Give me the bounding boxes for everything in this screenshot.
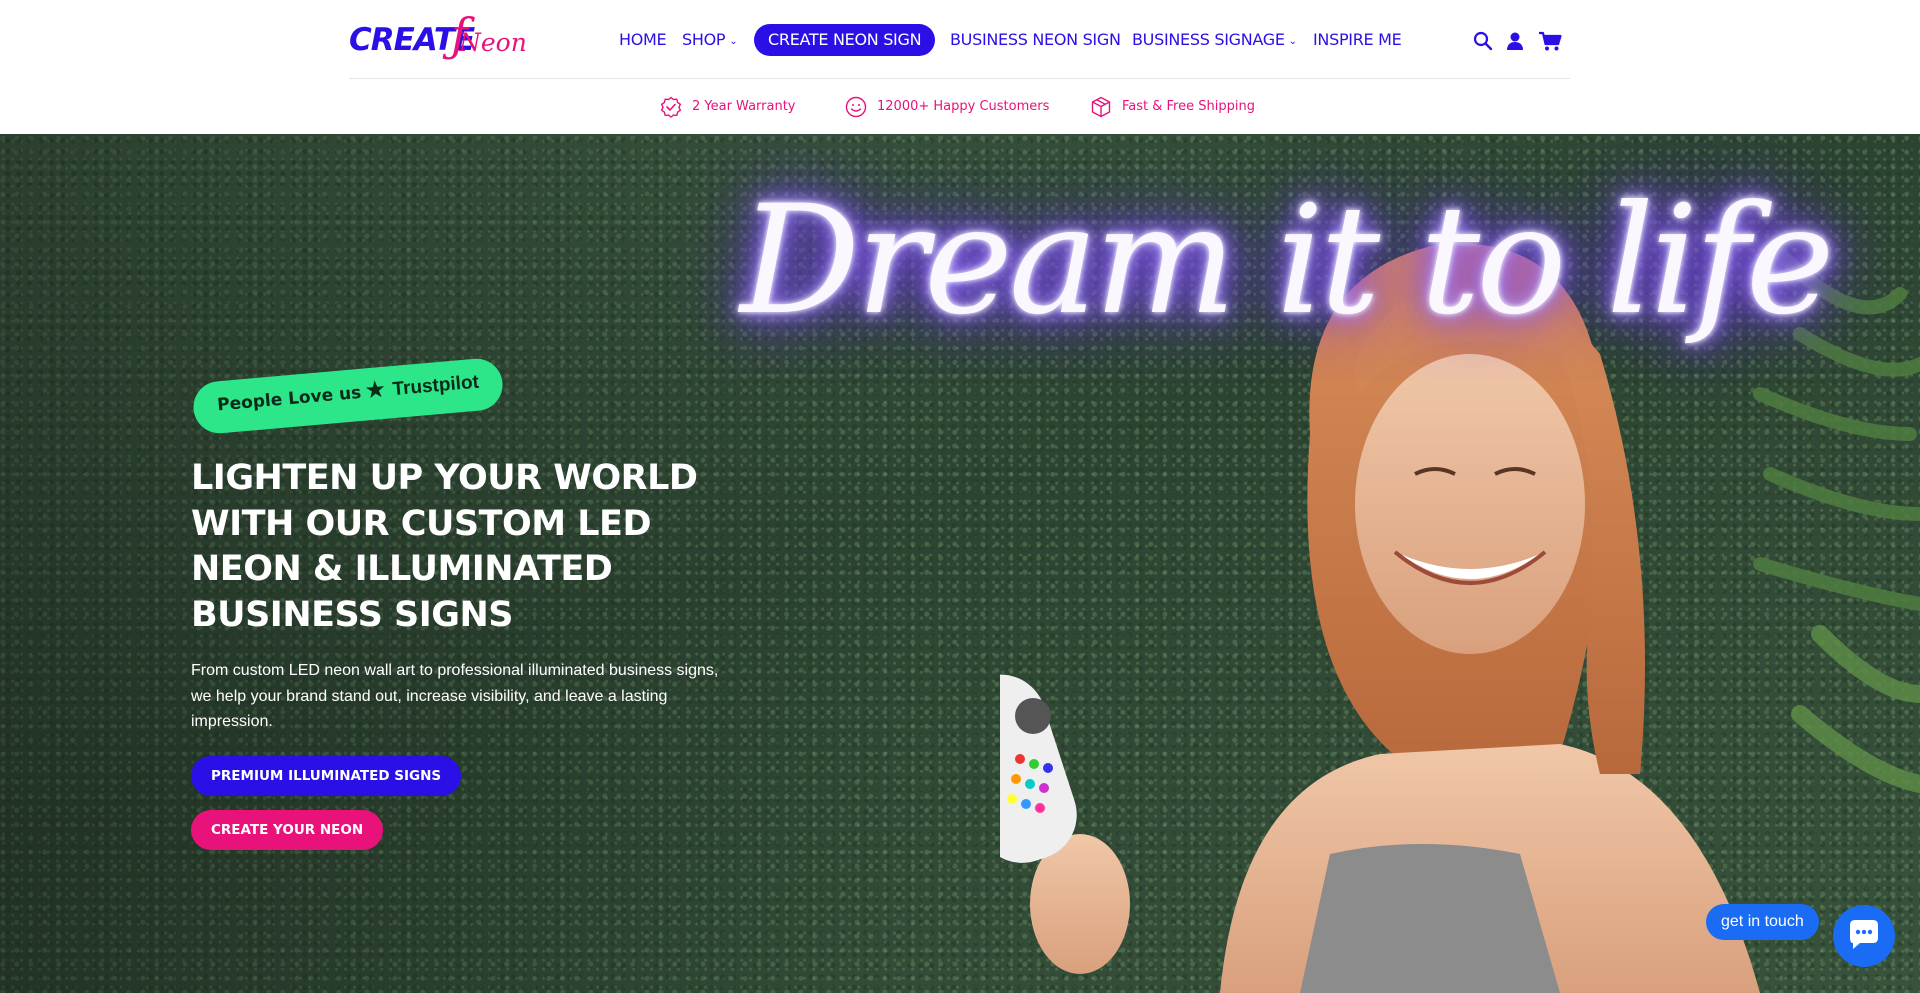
chevron-down-icon: ⌄	[1288, 36, 1297, 47]
nav-business-signage[interactable]: BUSINESS SIGNAGE ⌄	[1132, 24, 1297, 56]
header-divider	[349, 78, 1570, 79]
nav-business-neon-sign[interactable]: BUSINESS NEON SIGN	[950, 24, 1121, 56]
neon-sign-text: Dream it to life	[740, 174, 1835, 348]
cart-icon[interactable]	[1538, 30, 1562, 52]
site-header: CREATE ƒ Neon HOME SHOP ⌄ CREATE NEON SIG…	[0, 0, 1920, 134]
search-icon[interactable]	[1472, 30, 1494, 52]
premium-illuminated-signs-button[interactable]: PREMIUM ILLUMINATED SIGNS	[191, 756, 462, 796]
nav-create-neon-sign[interactable]: CREATE NEON SIGN	[754, 24, 936, 56]
usp-label: Fast & Free Shipping	[1122, 99, 1255, 114]
usp-customers: 12000+ Happy Customers	[845, 96, 1055, 118]
trust-badge-text: People Love us	[216, 382, 363, 416]
nav-home-label: HOME	[619, 30, 667, 49]
usp-shipping: Fast & Free Shipping	[1090, 96, 1270, 118]
hero-banner: Dream it to life People Love us ★ Trustp…	[0, 134, 1920, 993]
trust-badge-brand: Trustpilot	[391, 371, 480, 401]
nav-home[interactable]: HOME	[619, 24, 667, 56]
warranty-badge-icon	[660, 96, 682, 118]
chat-launcher-button[interactable]	[1833, 905, 1895, 967]
account-icon[interactable]	[1504, 30, 1526, 52]
box-icon	[1091, 96, 1111, 118]
nav-business-signage-label: BUSINESS SIGNAGE	[1132, 30, 1285, 49]
hero-description: From custom LED neon wall art to profess…	[191, 662, 719, 730]
nav-inspire-me[interactable]: INSPIRE ME	[1313, 24, 1402, 56]
nav-create-neon-sign-label: CREATE NEON SIGN	[768, 30, 922, 49]
smiley-icon	[845, 96, 867, 118]
nav-shop[interactable]: SHOP ⌄	[682, 24, 738, 56]
nav-business-neon-sign-label: BUSINESS NEON SIGN	[950, 30, 1121, 49]
nav-inspire-me-label: INSPIRE ME	[1313, 30, 1402, 49]
main-nav: HOME SHOP ⌄ CREATE NEON SIGN BUSINESS NEO…	[0, 24, 1920, 56]
nav-shop-label: SHOP	[682, 30, 726, 49]
chat-bubble-icon	[1850, 920, 1878, 949]
chat-prompt-label[interactable]: get in touch	[1706, 904, 1819, 940]
star-icon: ★	[363, 375, 388, 405]
usp-label: 12000+ Happy Customers	[877, 99, 1050, 114]
usp-warranty: 2 Year Warranty	[660, 96, 820, 118]
create-your-neon-button[interactable]: CREATE YOUR NEON	[191, 810, 384, 850]
usp-label: 2 Year Warranty	[692, 99, 796, 114]
chevron-down-icon: ⌄	[729, 36, 738, 47]
hero-title: LIGHTEN UP YOUR WORLD WITH OUR CUSTOM LE…	[191, 458, 698, 635]
